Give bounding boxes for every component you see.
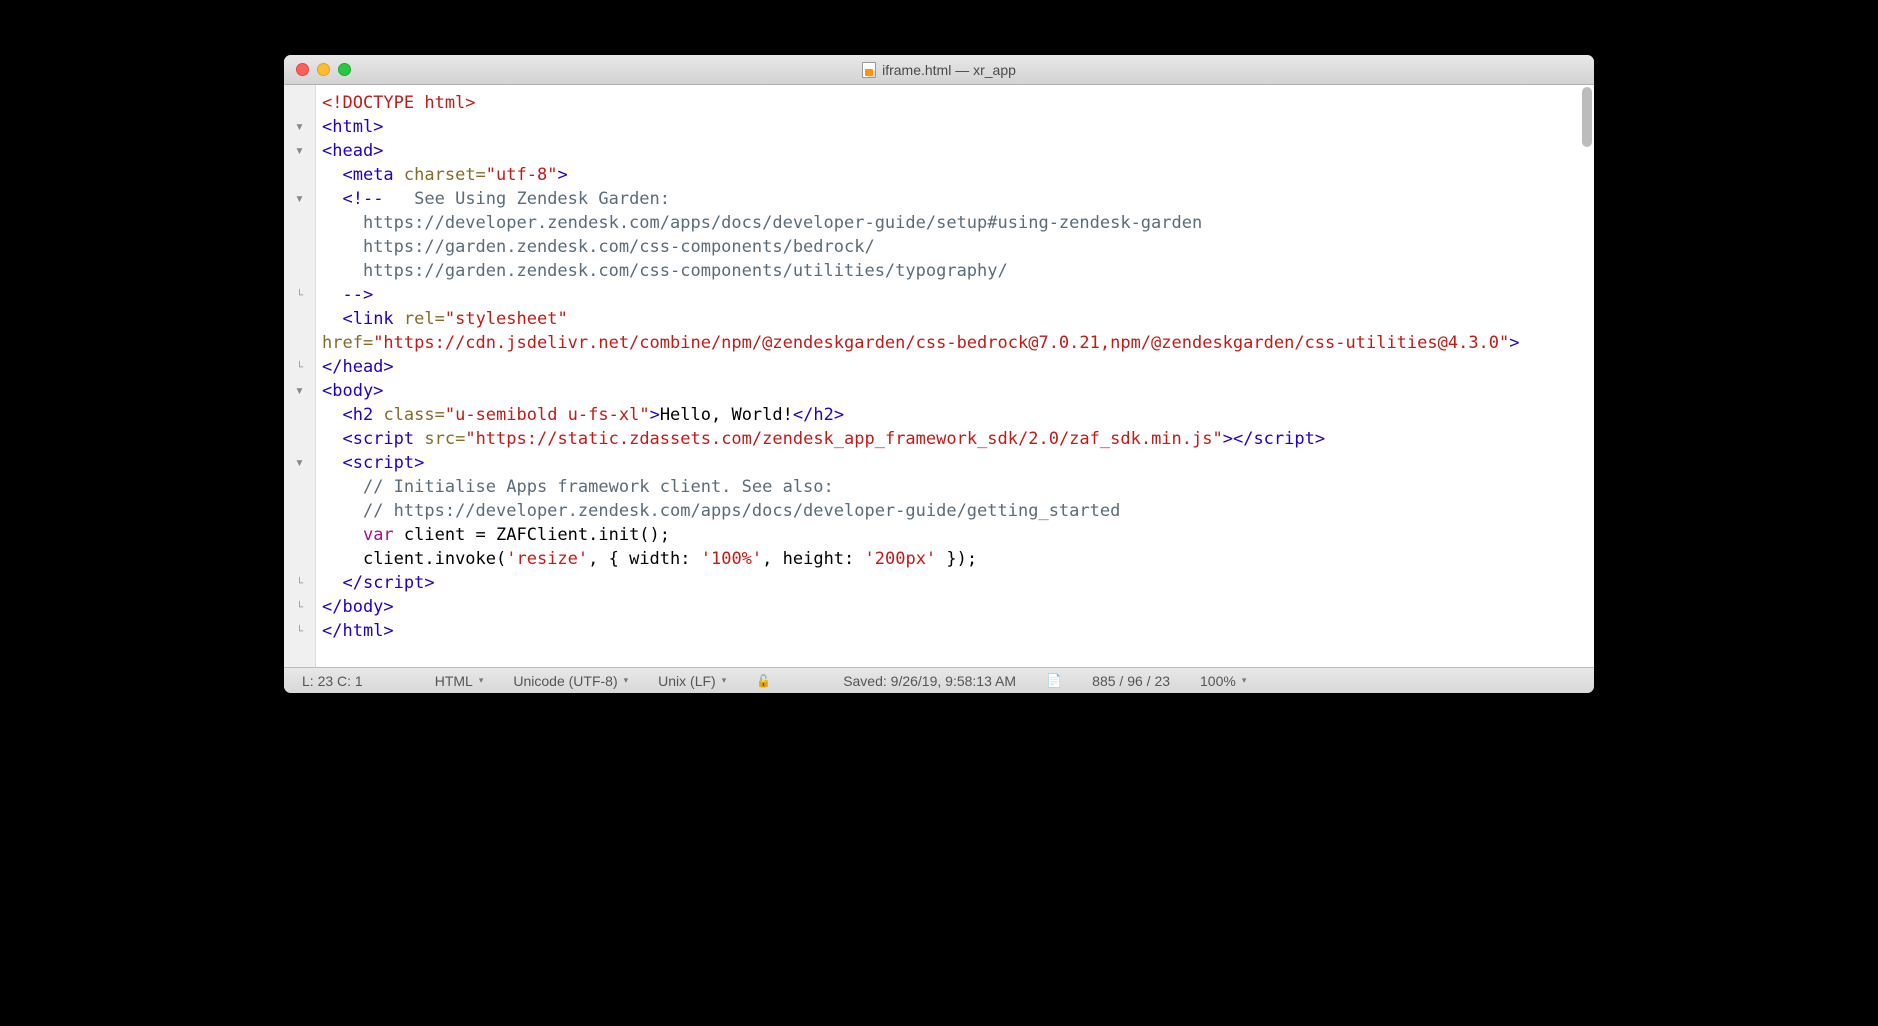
- gutter-marker: [284, 163, 315, 187]
- language-selector[interactable]: HTML: [435, 673, 484, 689]
- window-title-text: iframe.html — xr_app: [882, 62, 1016, 78]
- code-line[interactable]: // Initialise Apps framework client. See…: [322, 475, 1594, 499]
- code-line[interactable]: </script>: [322, 571, 1594, 595]
- document-counts: 885 / 96 / 23: [1092, 673, 1170, 689]
- minimize-button[interactable]: [317, 63, 330, 76]
- close-button[interactable]: [296, 63, 309, 76]
- fold-gutter[interactable]: ▼▼▼└└▼▼└└└: [284, 85, 316, 667]
- code-line[interactable]: <!DOCTYPE html>: [322, 91, 1594, 115]
- gutter-marker[interactable]: └: [284, 283, 315, 307]
- code-line[interactable]: <script>: [322, 451, 1594, 475]
- gutter-marker: [284, 259, 315, 283]
- code-line[interactable]: <h2 class="u-semibold u-fs-xl">Hello, Wo…: [322, 403, 1594, 427]
- titlebar[interactable]: iframe.html — xr_app: [284, 55, 1594, 85]
- code-line[interactable]: href="https://cdn.jsdelivr.net/combine/n…: [322, 331, 1594, 355]
- gutter-marker: [284, 307, 315, 331]
- code-line[interactable]: https://developer.zendesk.com/apps/docs/…: [322, 211, 1594, 235]
- gutter-marker[interactable]: ▼: [284, 115, 315, 139]
- saved-timestamp: Saved: 9/26/19, 9:58:13 AM: [843, 673, 1016, 689]
- zoom-button[interactable]: [338, 63, 351, 76]
- code-line[interactable]: var client = ZAFClient.init();: [322, 523, 1594, 547]
- code-line[interactable]: <!-- See Using Zendesk Garden:: [322, 187, 1594, 211]
- gutter-marker: [284, 235, 315, 259]
- gutter-marker: [284, 499, 315, 523]
- gutter-marker[interactable]: ▼: [284, 451, 315, 475]
- gutter-marker: [284, 403, 315, 427]
- gutter-marker[interactable]: └: [284, 571, 315, 595]
- gutter-marker: [284, 91, 315, 115]
- code-line[interactable]: </html>: [322, 619, 1594, 643]
- gutter-marker: [284, 427, 315, 451]
- gutter-marker[interactable]: ▼: [284, 187, 315, 211]
- gutter-marker[interactable]: └: [284, 619, 315, 643]
- code-line[interactable]: -->: [322, 283, 1594, 307]
- code-line[interactable]: <head>: [322, 139, 1594, 163]
- editor-window: iframe.html — xr_app ▼▼▼└└▼▼└└└ <!DOCTYP…: [284, 55, 1594, 693]
- gutter-marker[interactable]: ▼: [284, 139, 315, 163]
- gutter-marker: [284, 475, 315, 499]
- lock-icon[interactable]: 🔓: [756, 674, 771, 688]
- code-line[interactable]: <html>: [322, 115, 1594, 139]
- window-title: iframe.html — xr_app: [284, 62, 1594, 78]
- code-line[interactable]: client.invoke('resize', { width: '100%',…: [322, 547, 1594, 571]
- gutter-marker: [284, 547, 315, 571]
- code-line[interactable]: </body>: [322, 595, 1594, 619]
- gutter-marker: [284, 523, 315, 547]
- editor-area[interactable]: ▼▼▼└└▼▼└└└ <!DOCTYPE html><html><head> <…: [284, 85, 1594, 667]
- code-line[interactable]: https://garden.zendesk.com/css-component…: [322, 259, 1594, 283]
- statusbar: L: 23 C: 1 HTML Unicode (UTF-8) Unix (LF…: [284, 667, 1594, 693]
- traffic-lights: [284, 63, 351, 76]
- code-line[interactable]: https://garden.zendesk.com/css-component…: [322, 235, 1594, 259]
- cursor-position: L: 23 C: 1: [302, 673, 363, 689]
- encoding-selector[interactable]: Unicode (UTF-8): [513, 673, 628, 689]
- document-icon: 📄: [1046, 673, 1062, 689]
- code-line[interactable]: <body>: [322, 379, 1594, 403]
- code-line[interactable]: <meta charset="utf-8">: [322, 163, 1594, 187]
- gutter-marker[interactable]: ▼: [284, 379, 315, 403]
- code-line[interactable]: <link rel="stylesheet": [322, 307, 1594, 331]
- code-line[interactable]: // https://developer.zendesk.com/apps/do…: [322, 499, 1594, 523]
- code-line[interactable]: </head>: [322, 355, 1594, 379]
- zoom-selector[interactable]: 100%: [1200, 673, 1246, 689]
- gutter-marker[interactable]: └: [284, 595, 315, 619]
- gutter-marker: [284, 211, 315, 235]
- file-icon: [862, 62, 876, 78]
- gutter-marker[interactable]: └: [284, 355, 315, 379]
- code-content[interactable]: <!DOCTYPE html><html><head> <meta charse…: [316, 85, 1594, 667]
- gutter-marker: [284, 331, 315, 355]
- line-ending-selector[interactable]: Unix (LF): [658, 673, 726, 689]
- vertical-scrollbar[interactable]: [1582, 87, 1592, 147]
- code-line[interactable]: <script src="https://static.zdassets.com…: [322, 427, 1594, 451]
